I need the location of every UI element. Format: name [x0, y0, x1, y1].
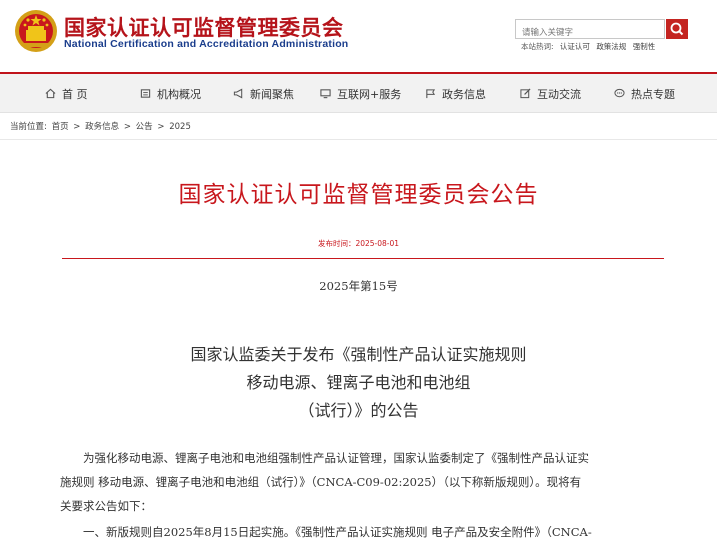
nav-item-label: 互动交流: [537, 87, 581, 101]
nav-item-hot-topics[interactable]: 热点专题: [614, 74, 675, 113]
search-input[interactable]: [516, 24, 664, 42]
site-header: 国家认证认可监督管理委员会 National Certification and…: [0, 0, 717, 74]
hot-search-terms: 本站热词: 认证认可 政策法规 强制性: [521, 41, 659, 52]
publish-time: 发布时间：2025-08-01: [317, 239, 400, 248]
breadcrumb-prefix: 当前位置:: [10, 122, 47, 132]
nav-item-interaction[interactable]: 互动交流: [520, 74, 581, 113]
breadcrumb-separator: >: [73, 122, 81, 132]
breadcrumb-separator: >: [123, 122, 131, 132]
nav-item-label: 新闻聚焦: [250, 87, 294, 101]
search-icon: [670, 22, 684, 36]
nav-item-gov-info[interactable]: 政务信息: [425, 74, 486, 113]
flag-icon: [426, 89, 436, 99]
search-box: [515, 19, 665, 42]
breadcrumb-item-year[interactable]: 2025: [169, 122, 191, 132]
hot-search-label: 本站热词:: [521, 42, 554, 51]
article-title: 国家认证认可监督管理委员会公告: [178, 182, 539, 208]
breadcrumb-divider: [0, 139, 717, 140]
main-nav: 首 页 机构概况 新闻聚焦 互联网+服务 政务信息 互动交流 热点专题: [0, 74, 717, 113]
hot-term[interactable]: 强制性: [633, 42, 656, 51]
article-paragraph-line: 为强化移动电源、锂离子电池和电池组强制性产品认证管理，国家认监委制定了《强制性产…: [60, 451, 589, 465]
nav-item-home[interactable]: 首 页: [45, 74, 88, 113]
building-icon: [140, 89, 151, 98]
article-subtitle-line: 移动电源、锂离子电池和电池组: [246, 373, 471, 392]
breadcrumb-item-home[interactable]: 首页: [52, 122, 69, 132]
nav-item-label: 热点专题: [631, 87, 675, 101]
article-paragraph-line: 施规则 移动电源、锂离子电池和电池组（试行）》（CNCA-C09-02:2025…: [60, 475, 582, 489]
title-divider: [62, 258, 664, 259]
megaphone-icon: [233, 88, 243, 99]
search-button[interactable]: [666, 19, 688, 39]
article-subtitle-line: （试行）》的公告: [298, 401, 419, 420]
chat-icon: [614, 88, 625, 98]
monitor-icon: [320, 89, 331, 99]
nav-item-about[interactable]: 机构概况: [140, 74, 201, 113]
breadcrumb: 当前位置: 首页 > 政务信息 > 公告 > 2025: [10, 120, 193, 132]
article-paragraph-line: 关要求公告如下：: [60, 499, 152, 513]
article-paragraph-line: 一、新版规则自2025年8月15日起实施。《强制性产品认证实施规则 电子产品及安…: [60, 525, 592, 539]
nav-item-news[interactable]: 新闻聚焦: [233, 74, 294, 113]
hot-term[interactable]: 认证认可: [560, 42, 590, 51]
hot-term[interactable]: 政策法规: [596, 42, 626, 51]
home-icon: [45, 88, 56, 99]
nav-item-label: 机构概况: [157, 87, 201, 101]
national-emblem-icon[interactable]: [14, 8, 58, 54]
edit-icon: [520, 88, 531, 99]
nav-item-label: 互联网+服务: [337, 87, 402, 101]
nav-item-label: 首 页: [62, 87, 88, 101]
article-subtitle-line: 国家认监委关于发布《强制性产品认证实施规则: [190, 345, 527, 364]
nav-item-internet-services[interactable]: 互联网+服务: [320, 74, 401, 113]
site-name-en[interactable]: National Certification and Accreditation…: [64, 38, 348, 50]
document-number: 2025年第15号: [319, 279, 398, 293]
breadcrumb-item-gov-info[interactable]: 政务信息: [85, 122, 119, 132]
breadcrumb-separator: >: [157, 122, 165, 132]
nav-item-label: 政务信息: [442, 87, 486, 101]
breadcrumb-item-notice[interactable]: 公告: [136, 122, 153, 132]
